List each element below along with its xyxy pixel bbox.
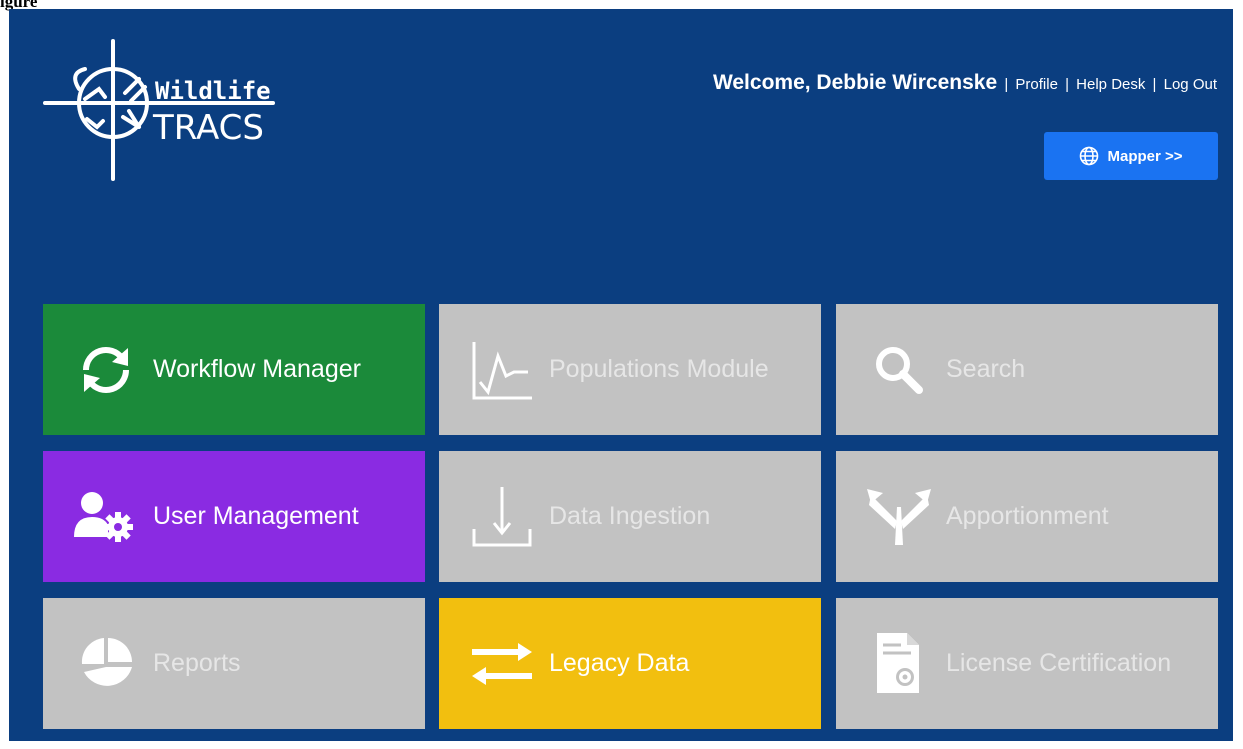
tile-label: Legacy Data [549,649,690,677]
tile-workflow-manager[interactable]: Workflow Manager [43,304,425,435]
separator: | [1152,76,1157,93]
tile-license-certification[interactable]: License Certification [836,598,1218,729]
tile-populations-module[interactable]: Populations Module [439,304,821,435]
download-tray-icon [469,484,535,550]
tile-label: Reports [153,649,241,677]
profile-link[interactable]: Profile [1015,76,1058,93]
refresh-icon [73,337,139,403]
mapper-button[interactable]: Mapper >> [1044,132,1218,180]
tile-label: Populations Module [549,355,769,383]
certificate-gear-icon [866,631,932,697]
tile-reports[interactable]: Reports [43,598,425,729]
separator: | [1004,76,1009,93]
log-out-link[interactable]: Log Out [1164,76,1217,93]
tile-label: License Certification [946,649,1172,677]
line-chart-icon [469,337,535,403]
separator: | [1065,76,1069,93]
tile-label: Search [946,355,1026,383]
help-desk-link[interactable]: Help Desk [1076,76,1145,93]
tile-apportionment[interactable]: Apportionment [836,451,1218,582]
logo-emblem-icon: Wildlife TRACS [43,39,275,181]
mapper-label: Mapper >> [1107,147,1183,165]
tile-label: Workflow Manager [153,355,361,383]
tile-label: User Management [153,502,359,530]
welcome-message: Welcome, Debbie Wircenske [712,71,998,94]
logo-text-wildlife: Wildlife [155,77,271,105]
app-window: Wildlife TRACS Welcome, Debbie Wircenske… [9,9,1233,741]
tile-label: Data Ingestion [549,502,711,530]
logo-text-tracs: TRACS [152,108,264,148]
header-user-bar: Welcome, Debbie Wircenske | Profile | He… [713,71,1217,95]
user-gear-icon [73,484,139,550]
tile-user-management[interactable]: User Management [43,451,425,582]
split-arrows-icon [866,484,932,550]
tile-data-ingestion[interactable]: Data Ingestion [439,451,821,582]
globe-icon [1080,146,1099,166]
wildlife-tracs-logo[interactable]: Wildlife TRACS [43,39,275,181]
search-icon [866,337,932,403]
tile-search[interactable]: Search [836,304,1218,435]
tile-legacy-data[interactable]: Legacy Data [439,598,821,729]
pie-chart-icon [73,631,139,697]
transfer-arrows-icon [469,631,535,697]
tile-label: Apportionment [946,502,1109,530]
